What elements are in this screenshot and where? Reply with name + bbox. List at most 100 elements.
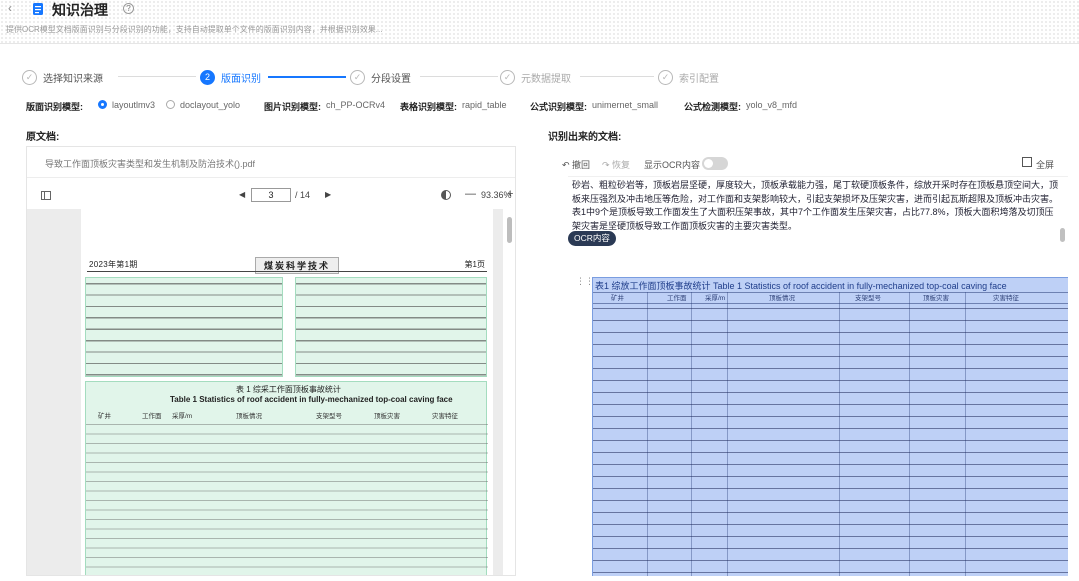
check-icon: ✓ [658, 69, 673, 85]
contrast-icon[interactable] [441, 190, 451, 200]
undo-label: 撤回 [572, 160, 591, 170]
step-index-config[interactable]: ✓ 索引配置 [658, 68, 719, 86]
step-connector-active [268, 76, 346, 78]
page-title: 知识治理 [52, 2, 108, 18]
check-icon: ✓ [500, 69, 515, 85]
table-caption-en: Table 1 Statistics of roof accident in f… [170, 395, 453, 404]
pdf-viewport[interactable]: 2023年第1期 煤炭科学技术 第1页 表 1 综采工作面顶板事故统计 Tabl… [27, 209, 503, 575]
detect-model-label: 公式检测模型: [684, 102, 741, 112]
paper-header-right: 第1页 [464, 260, 485, 269]
prev-page-icon[interactable]: ◀ [239, 190, 245, 199]
step-label: 分段设置 [371, 73, 411, 85]
table-header-cell: 采厚/m [705, 295, 726, 302]
fullscreen-button[interactable]: 全屏 [1036, 158, 1054, 171]
back-icon[interactable]: ‹ [8, 2, 20, 14]
paragraph-lines [86, 278, 282, 376]
table-header-cell: 矿井 [98, 413, 111, 420]
zoom-out-icon[interactable]: — [465, 188, 476, 200]
paper-header-left: 2023年第1期 [89, 260, 138, 269]
table-rule [593, 292, 1068, 293]
document-icon [33, 3, 43, 15]
table-model-label: 表格识别模型: [400, 102, 457, 112]
table-header-cell: 矿井 [611, 295, 624, 302]
paragraph-lines [296, 278, 486, 376]
formula-model-value: unimernet_small [592, 100, 659, 110]
paper-rule [87, 271, 487, 272]
page-total: / 14 [295, 190, 311, 200]
recognized-content-editor[interactable]: 砂岩、粗粒砂岩等，顶板岩层坚硬，厚度较大，顶板承载能力强，尾丁软硬顶板条件，综放… [568, 176, 1068, 576]
step-label: 选择知识来源 [43, 73, 103, 85]
ocr-text-block[interactable] [85, 277, 283, 377]
redo-button[interactable]: ↷ 恢复 [602, 158, 630, 171]
table-body-lines [86, 420, 488, 575]
undo-button[interactable]: ↶ 撤回 [562, 158, 590, 171]
check-icon: ✓ [22, 69, 37, 85]
page-description: 提供OCR模型文档版面识别与分段识别的功能，支持自动提取单个文件的版面识别内容，… [6, 25, 383, 34]
detect-model-value: yolo_v8_mfd [746, 100, 798, 110]
fullscreen-icon[interactable] [1022, 157, 1032, 167]
recognized-document-panel: ↶ 撤回 ↷ 恢复 显示OCR内容 全屏 砂岩、粗粒砂岩等，顶板岩层坚硬，厚度较… [548, 146, 1078, 576]
table-header-cell: 顶板灾害 [374, 413, 400, 420]
ocr-toggle-label: 显示OCR内容 [644, 160, 700, 170]
formula-model-label: 公式识别模型: [530, 102, 587, 112]
recognized-table-rows [593, 304, 1068, 576]
image-model-value: ch_PP-OCRv4 [326, 100, 386, 110]
layout-option-label[interactable]: layoutlmv3 [112, 100, 155, 110]
table-model-value: rapid_table [462, 100, 507, 110]
ocr-text-block[interactable] [295, 277, 487, 377]
table-header-cell: 灾害特征 [432, 413, 458, 420]
layout-radio-layoutlmv3[interactable] [98, 100, 107, 109]
table-header-cell: 采厚/m [172, 413, 193, 420]
step-metadata-extract[interactable]: ✓ 元数据提取 [500, 68, 571, 86]
recognized-table[interactable]: 表1 综放工作面顶板事故统计 Table 1 Statistics of roo… [592, 277, 1068, 576]
table-header-cell: 顶板灾害 [923, 295, 949, 302]
sidebar-toggle-icon[interactable] [41, 191, 51, 200]
original-document-panel: 导致工作面顶板灾害类型和发生机制及防治技术().pdf ◀ 3 / 14 ▶ —… [26, 146, 516, 576]
help-icon[interactable]: ? [123, 3, 134, 14]
zoom-in-icon[interactable]: + [507, 188, 513, 200]
image-model-label: 图片识别模型: [264, 102, 321, 112]
layout-radio-doclayout[interactable] [166, 100, 175, 109]
step-label: 元数据提取 [521, 73, 571, 85]
ocr-content-tag[interactable]: OCR内容 [568, 231, 616, 246]
step-number: 2 [200, 69, 215, 85]
drag-handle-icon[interactable]: ⋮⋮ [576, 277, 594, 291]
table-caption-cn: 表 1 综采工作面顶板事故统计 [236, 385, 341, 394]
step-label: 索引配置 [679, 73, 719, 85]
redo-label: 恢复 [612, 160, 631, 170]
table-header-cell: 灾害特征 [993, 295, 1019, 302]
recognized-paragraph[interactable]: 砂岩、粗粒砂岩等，顶板岩层坚硬，厚度较大，顶板承载能力强，尾丁软硬顶板条件，综放… [572, 179, 1060, 233]
table-header-cell: 支架型号 [316, 413, 342, 420]
recognized-table-caption: 表1 综放工作面顶板事故统计 Table 1 Statistics of roo… [595, 281, 1007, 291]
table-header-cell: 工作面 [142, 413, 162, 420]
page: ‹ 知识治理 ? 提供OCR模型文档版面识别与分段识别的功能，支持自动提取单个文… [0, 0, 1079, 581]
table-header-cell: 顶板情况 [769, 295, 795, 302]
step-connector [580, 76, 654, 77]
step-select-source[interactable]: ✓ 选择知识来源 [22, 68, 103, 86]
step-label: 版面识别 [221, 73, 261, 85]
page-header: ‹ 知识治理 ? 提供OCR模型文档版面识别与分段识别的功能，支持自动提取单个文… [0, 0, 1079, 44]
scrollbar-thumb[interactable] [507, 217, 512, 243]
recognized-doc-label: 识别出来的文档: [548, 132, 622, 143]
check-icon: ✓ [350, 69, 365, 85]
next-page-icon[interactable]: ▶ [325, 190, 331, 199]
step-connector [420, 76, 498, 77]
stepper: ✓ 选择知识来源 2 版面识别 ✓ 分段设置 ✓ 元数据提取 ✓ 索引配置 [22, 68, 742, 86]
pdf-page: 2023年第1期 煤炭科学技术 第1页 表 1 综采工作面顶板事故统计 Tabl… [81, 209, 493, 575]
table-header-cell: 支架型号 [855, 295, 881, 302]
page-number-input[interactable]: 3 [251, 188, 291, 202]
table-header-cell: 工作面 [667, 295, 687, 302]
file-name: 导致工作面顶板灾害类型和发生机制及防治技术().pdf [45, 159, 256, 169]
layout-model-label: 版面识别模型: [26, 102, 83, 112]
ocr-toggle-switch[interactable] [702, 157, 728, 170]
pdf-scrollbar[interactable] [505, 209, 515, 575]
layout-option-label[interactable]: doclayout_yolo [180, 100, 240, 110]
step-connector [118, 76, 196, 77]
step-layout-recognition[interactable]: 2 版面识别 [200, 68, 261, 86]
editor-scrollbar-thumb[interactable] [1060, 228, 1065, 242]
table-header-cell: 顶板情况 [236, 413, 262, 420]
pdf-toolbar: ◀ 3 / 14 ▶ — 93.36% + [27, 185, 515, 207]
divider [27, 177, 515, 178]
ocr-table-block[interactable]: 表 1 综采工作面顶板事故统计 Table 1 Statistics of ro… [85, 381, 488, 575]
step-segment-settings[interactable]: ✓ 分段设置 [350, 68, 411, 86]
